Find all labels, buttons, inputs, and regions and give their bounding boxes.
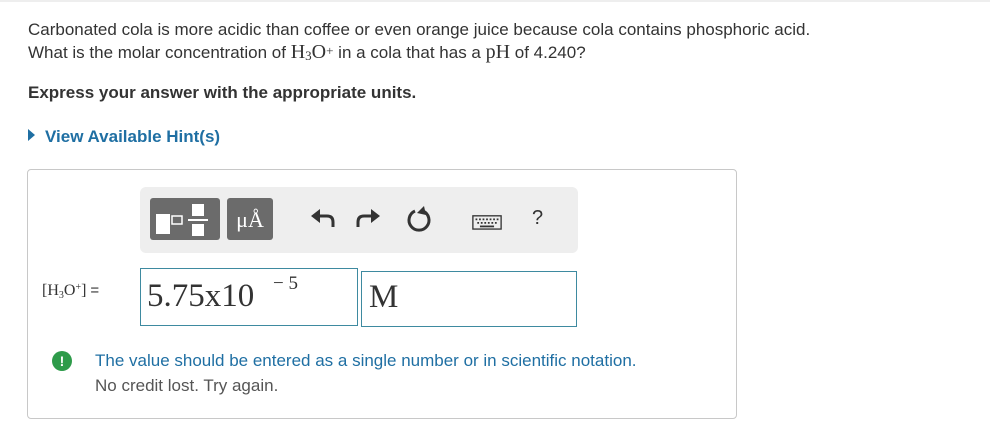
equals-sign: = [90, 282, 100, 299]
undo-icon [311, 209, 335, 227]
answer-exponent: − 5 [273, 273, 298, 294]
feedback-message: The value should be entered as a single … [95, 348, 637, 398]
undo-button[interactable] [308, 205, 338, 235]
h3o-sup: + [326, 43, 334, 58]
help-button[interactable]: ? [532, 207, 543, 230]
answer-unit: M [369, 279, 399, 315]
question-line2-mid: in a cola that has a [333, 43, 486, 62]
answer-panel: μÅ ? [H3O+] = 5.75x10 − 5 M ! The value … [27, 169, 737, 419]
label-o: O [63, 282, 76, 299]
question-text: Carbonated cola is more acidic than coff… [28, 18, 810, 65]
reset-icon [407, 206, 431, 232]
answer-value-input[interactable]: 5.75x10 − 5 [140, 268, 358, 326]
hint-label: View Available Hint(s) [45, 127, 221, 146]
label-sub: 3 [58, 290, 64, 301]
h3o-h: H [290, 41, 306, 63]
h3o-formula: H3O+ [291, 41, 334, 63]
redo-icon [356, 209, 380, 227]
label-open: [H [42, 282, 59, 299]
redo-button[interactable] [353, 205, 383, 235]
instruction-text: Express your answer with the appropriate… [28, 83, 417, 102]
ph-symbol: pH [485, 41, 511, 63]
view-hints-link[interactable]: View Available Hint(s) [28, 127, 220, 147]
expand-triangle-icon [28, 129, 35, 141]
label-close: ] [81, 282, 87, 299]
reset-button[interactable] [404, 205, 434, 235]
feedback-line2: No credit lost. Try again. [95, 376, 279, 395]
alert-icon: ! [52, 351, 72, 371]
answer-unit-input[interactable]: M [361, 271, 577, 327]
feedback-line1: The value should be entered as a single … [95, 351, 637, 370]
question-line2-suffix: of 4.240? [510, 43, 586, 62]
label-sup: + [75, 282, 82, 293]
answer-value: 5.75x10 [147, 278, 255, 314]
answer-label: [H3O+] = [42, 282, 100, 301]
units-button[interactable]: μÅ [227, 198, 273, 240]
top-divider [0, 0, 990, 2]
h3o-sub: 3 [305, 48, 312, 63]
question-line2-prefix: What is the molar concentration of [28, 43, 291, 62]
keyboard-button[interactable] [472, 207, 506, 237]
keyboard-icon [472, 215, 502, 230]
math-toolbar: μÅ ? [140, 187, 578, 253]
templates-icon [156, 204, 208, 236]
question-line2: What is the molar concentration of H3O+ … [28, 41, 810, 65]
templates-button[interactable] [150, 198, 220, 240]
h3o-o: O [311, 41, 327, 63]
question-line1: Carbonated cola is more acidic than coff… [28, 20, 811, 39]
